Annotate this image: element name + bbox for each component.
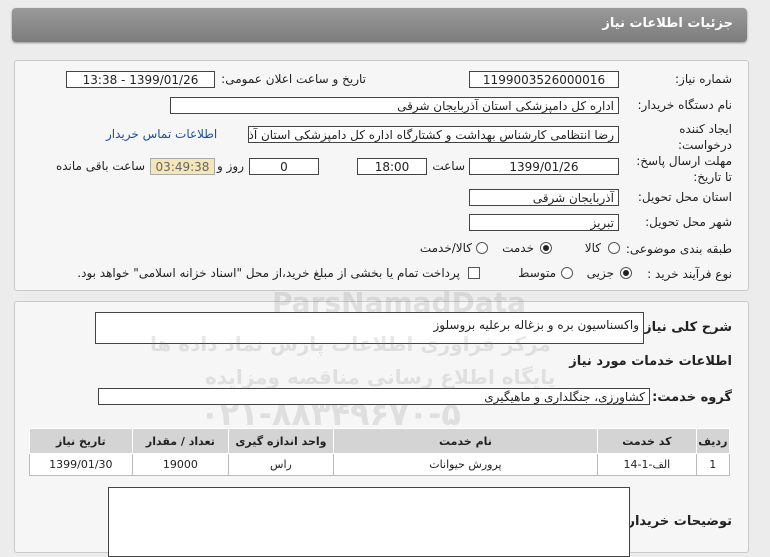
- creator-label-2: درخواست:: [678, 138, 732, 152]
- remaining-time-field: 03:49:38: [150, 158, 215, 175]
- service-group-label: گروه خدمت:: [652, 390, 732, 405]
- services-section-title: اطلاعات خدمات مورد نیاز: [569, 354, 732, 369]
- days-remaining-field: 0: [249, 158, 319, 175]
- cell-quantity: 19000: [131, 453, 230, 476]
- deadline-time-label: ساعت: [432, 159, 465, 173]
- col-service-name: نام خدمت: [332, 428, 599, 454]
- category-label: طبقه بندی موضوعی:: [625, 242, 732, 256]
- need-number-field: 1199003526000016: [469, 71, 619, 88]
- announce-field: 1399/01/26 - 13:38: [66, 71, 215, 88]
- category-goods-radio[interactable]: [608, 242, 620, 254]
- deadline-time-field: 18:00: [357, 158, 427, 175]
- col-service-code: کد خدمت: [597, 428, 697, 454]
- category-service-label: خدمت: [502, 241, 534, 255]
- process-medium-label: متوسط: [518, 266, 556, 280]
- treasury-payment-checkbox[interactable]: [468, 267, 480, 279]
- buyer-org-field: اداره کل دامپزشکی استان آذربایجان شرقی: [170, 97, 619, 114]
- deadline-label-1: مهلت ارسال پاسخ:: [636, 154, 732, 168]
- buyer-notes-field: [108, 487, 630, 557]
- remaining-time-label: ساعت باقی مانده: [55, 159, 145, 173]
- process-label: نوع فرآیند خرید :: [647, 267, 732, 281]
- col-need-date: تاریخ نیاز: [29, 428, 133, 454]
- page-header: جزئیات اطلاعات نیاز: [12, 8, 747, 42]
- buyer-notes-label: توضیحات خریدار:: [622, 514, 732, 529]
- city-field: تبریز: [469, 214, 619, 231]
- cell-row-number: 1: [695, 453, 731, 476]
- services-table: ردیف کد خدمت نام خدمت واحد اندازه گیری ت…: [29, 428, 731, 476]
- announce-label: تاریخ و ساعت اعلان عمومی:: [221, 72, 366, 86]
- table-row: 1 الف-1-14 پرورش حیوانات راس 19000 1399/…: [29, 453, 731, 476]
- deadline-date-field: 1399/01/26: [469, 158, 619, 175]
- need-number-label: شماره نیاز:: [675, 72, 732, 86]
- service-group-field: کشاورزی، جنگلداری و ماهیگیری: [98, 388, 650, 405]
- treasury-payment-note: پرداخت تمام یا بخشی از مبلغ خرید،از محل …: [77, 266, 460, 280]
- deadline-label-2: تا تاریخ:: [693, 170, 732, 184]
- process-minor-label: جزیی: [586, 266, 614, 280]
- category-goods-service-label: کالا/خدمت: [419, 241, 472, 255]
- page-title: جزئیات اطلاعات نیاز: [602, 16, 733, 31]
- days-label: روز و: [217, 159, 244, 173]
- table-header-row: ردیف کد خدمت نام خدمت واحد اندازه گیری ت…: [29, 428, 731, 454]
- category-goods-label: کالا: [584, 241, 601, 255]
- category-service-radio[interactable]: [540, 242, 552, 254]
- creator-field: رضا انتظامی کارشناس بهداشت و کشتارگاه اد…: [248, 126, 619, 143]
- col-unit: واحد اندازه گیری: [228, 428, 334, 454]
- process-medium-radio[interactable]: [561, 267, 573, 279]
- province-label: استان محل تحویل:: [637, 190, 732, 204]
- need-details-panel: [14, 60, 749, 291]
- buyer-contact-link[interactable]: اطلاعات تماس خریدار: [106, 127, 217, 141]
- city-label: شهر محل تحویل:: [645, 215, 732, 229]
- cell-unit: راس: [228, 453, 334, 476]
- creator-label-1: ایجاد کننده: [679, 122, 732, 136]
- cell-service-name: پرورش حیوانات: [332, 453, 599, 476]
- cell-need-date: 1399/01/30: [29, 453, 133, 476]
- summary-label: شرح کلی نیاز:: [638, 320, 732, 335]
- province-field: آذربایجان شرقی: [469, 189, 619, 206]
- summary-field: واکسناسیون بره و بزغاله برعلیه بروسلوز: [95, 312, 644, 344]
- cell-service-code: الف-1-14: [597, 453, 697, 476]
- process-minor-radio[interactable]: [620, 267, 632, 279]
- col-row-number: ردیف: [695, 428, 731, 454]
- category-goods-service-radio[interactable]: [476, 242, 488, 254]
- col-quantity: تعداد / مقدار: [131, 428, 230, 454]
- buyer-org-label: نام دستگاه خریدار:: [637, 98, 733, 112]
